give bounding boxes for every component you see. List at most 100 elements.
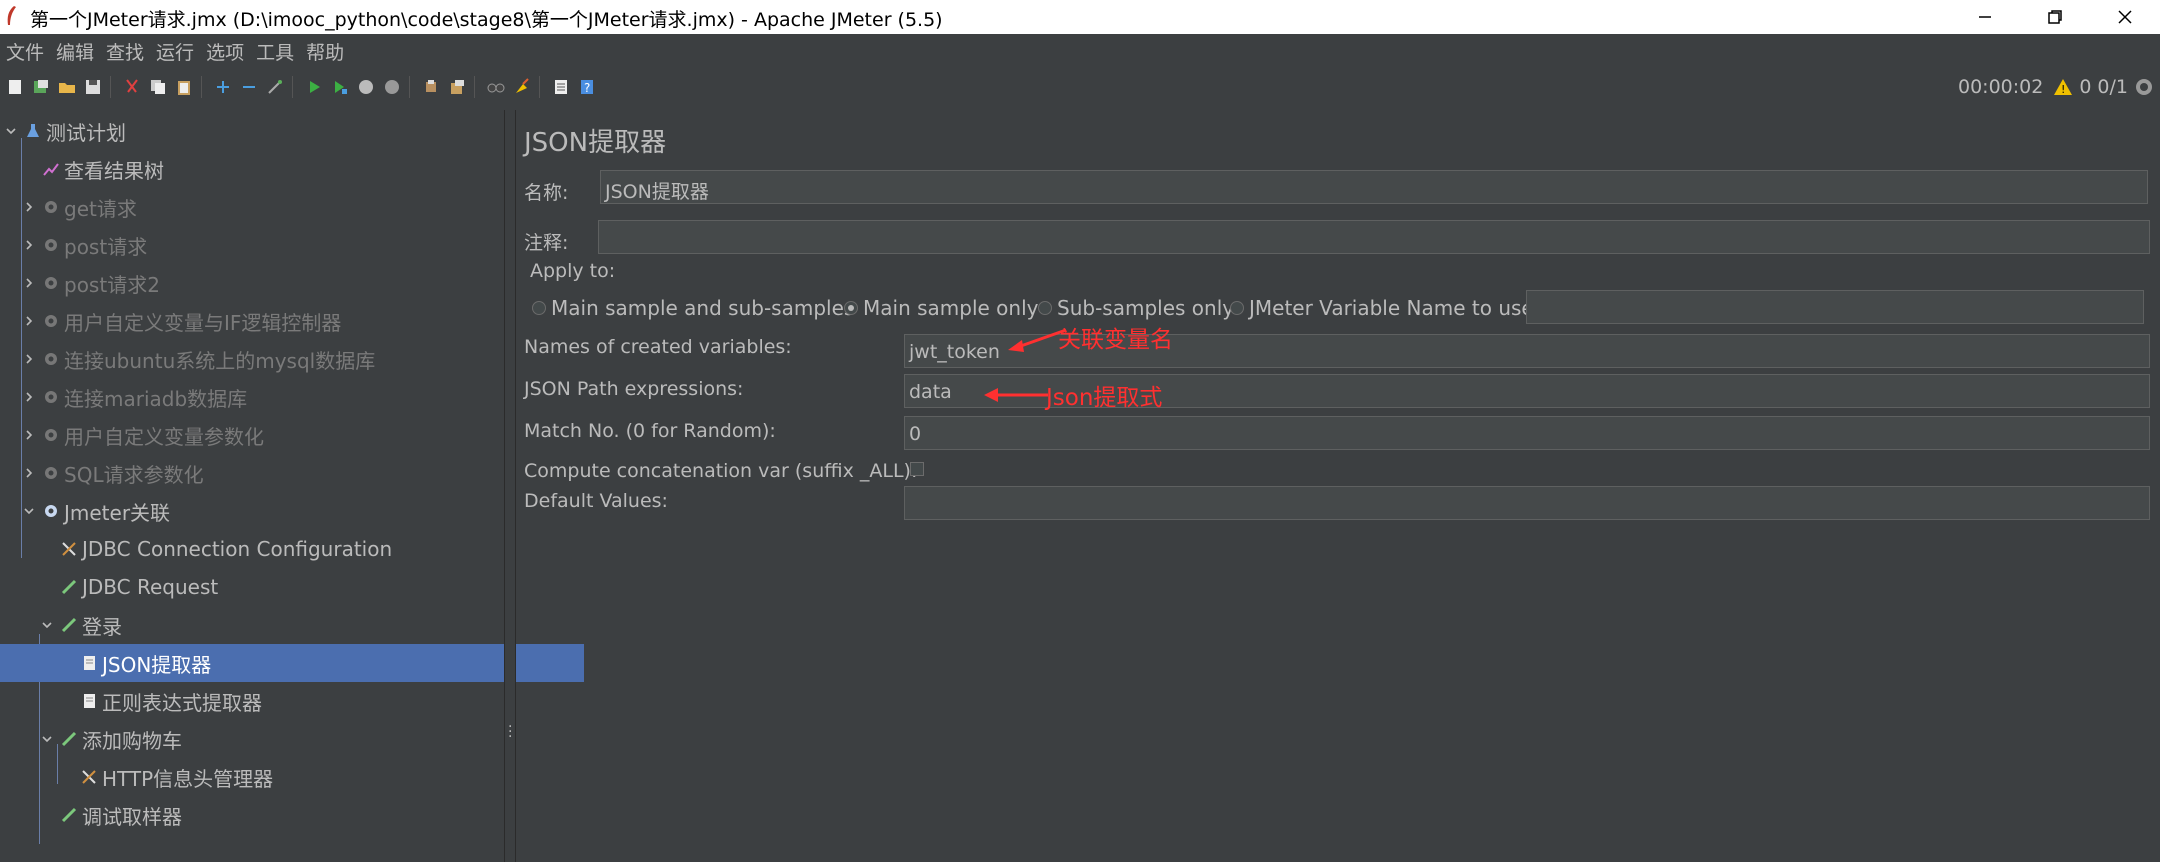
stop-button[interactable] — [355, 76, 377, 98]
menu-file[interactable]: 文件 — [0, 38, 50, 65]
panel-splitter[interactable]: · · · — [504, 110, 516, 862]
start-no-pauses-button[interactable] — [329, 76, 351, 98]
toolbar: ? — [0, 68, 2160, 106]
open-button[interactable] — [56, 76, 78, 98]
minimize-button[interactable] — [1950, 0, 2020, 34]
radio-dot-selected[interactable] — [844, 301, 858, 315]
toolbar-separator — [292, 76, 293, 98]
paste-button[interactable] — [173, 76, 195, 98]
chevron-right-icon[interactable] — [22, 276, 36, 290]
tree-node-debug-sampler[interactable]: 调试取样器 — [0, 796, 564, 834]
chevron-right-icon[interactable] — [22, 466, 36, 480]
test-plan-icon — [27, 124, 39, 137]
reset-search-button[interactable] — [511, 76, 533, 98]
tree-node-mariadb[interactable]: 连接mariadb数据库 — [0, 378, 526, 416]
chevron-right-icon[interactable] — [22, 314, 36, 328]
tree-node-label: 添加购物车 — [82, 728, 182, 753]
chevron-right-icon[interactable] — [22, 200, 36, 214]
chevron-right-icon[interactable] — [22, 390, 36, 404]
tree-node-ubuntu-mysql[interactable]: 连接ubuntu系统上的mysql数据库 — [0, 340, 526, 378]
json-extractor-panel: JSON提取器 名称: JSON提取器 注释: Apply to: Main s… — [516, 110, 2160, 862]
jmeter-variable-field[interactable] — [1526, 290, 2144, 324]
start-button[interactable] — [303, 76, 325, 98]
radio-sub-only[interactable]: Sub-samples only — [1038, 296, 1234, 320]
clear-button[interactable] — [420, 76, 442, 98]
collapse-all-button[interactable] — [238, 76, 260, 98]
chevron-down-icon[interactable] — [22, 504, 36, 518]
tree-node-user-vars-if[interactable]: 用户自定义变量与IF逻辑控制器 — [0, 302, 526, 340]
tree-node-http-header-manager[interactable]: HTTP信息头管理器 — [0, 758, 584, 796]
shutdown-button[interactable] — [381, 76, 403, 98]
chevron-right-icon[interactable] — [22, 352, 36, 366]
tree-node-jdbc-config[interactable]: JDBC Connection Configuration — [0, 530, 564, 568]
chevron-right-icon[interactable] — [22, 428, 36, 442]
menu-tools[interactable]: 工具 — [250, 38, 300, 65]
clear-all-button[interactable] — [446, 76, 468, 98]
thread-group-gear-icon — [45, 353, 57, 365]
help-button[interactable]: ? — [576, 76, 598, 98]
stop-icon — [359, 80, 373, 94]
tree-node-label: HTTP信息头管理器 — [102, 766, 274, 791]
new-button[interactable] — [4, 76, 26, 98]
post-processor-icon — [84, 694, 95, 708]
chevron-down-icon[interactable] — [4, 124, 18, 138]
thread-group-gear-icon — [45, 201, 57, 213]
copy-button[interactable] — [147, 76, 169, 98]
sampler-pipette-icon — [61, 579, 77, 595]
play-no-pause-icon — [335, 81, 347, 94]
tree-node-regex-extractor[interactable]: 正则表达式提取器 — [0, 682, 584, 720]
thread-group-gear-icon — [45, 315, 57, 327]
radio-main-and-sub[interactable]: Main sample and sub-samples — [532, 296, 854, 320]
toggle-button[interactable] — [264, 76, 286, 98]
chevron-right-icon[interactable] — [22, 238, 36, 252]
tree-node-jdbc-request[interactable]: JDBC Request — [0, 568, 564, 606]
chevron-down-icon[interactable] — [40, 732, 54, 746]
chevron-down-icon[interactable] — [40, 618, 54, 632]
search-button[interactable] — [485, 76, 507, 98]
menu-options[interactable]: 选项 — [200, 38, 250, 65]
default-field[interactable] — [904, 486, 2150, 520]
tree-node-sql-param[interactable]: SQL请求参数化 — [0, 454, 526, 492]
tree-node-post-request-2[interactable]: post请求2 — [0, 264, 526, 302]
tree-node-jmeter-correlation[interactable]: Jmeter关联 — [0, 492, 526, 530]
save-icon — [86, 80, 100, 94]
close-button[interactable] — [2090, 0, 2160, 34]
test-plan-tree[interactable]: 测试计划 查看结果树 get请求 post请求 post请求2 用户自定义变量与… — [0, 110, 584, 862]
warning-icon[interactable]: ! — [2053, 78, 2073, 96]
tree-node-user-vars-param[interactable]: 用户自定义变量参数化 — [0, 416, 526, 454]
thread-group-gear-icon — [45, 467, 57, 479]
menu-help[interactable]: 帮助 — [300, 38, 350, 65]
tree-node-json-extractor[interactable]: JSON提取器 — [0, 644, 584, 682]
match-field[interactable]: 0 — [904, 416, 2150, 450]
tree-node-get-request[interactable]: get请求 — [0, 188, 526, 226]
radio-dot[interactable] — [532, 301, 546, 315]
radio-dot[interactable] — [1230, 301, 1244, 315]
tree-node-label: Jmeter关联 — [64, 500, 171, 525]
radio-dot[interactable] — [1038, 301, 1052, 315]
expand-all-button[interactable] — [212, 76, 234, 98]
save-button[interactable] — [82, 76, 104, 98]
toolbar-separator — [110, 76, 111, 98]
templates-button[interactable] — [30, 76, 52, 98]
radio-jmeter-variable[interactable]: JMeter Variable Name to use — [1230, 296, 1534, 320]
restore-button[interactable] — [2020, 0, 2090, 34]
results-tree-icon — [43, 163, 59, 176]
menu-edit[interactable]: 编辑 — [50, 38, 100, 65]
tree-node-test-plan[interactable]: 测试计划 — [0, 112, 508, 150]
tree-node-post-request[interactable]: post请求 — [0, 226, 526, 264]
menu-run[interactable]: 运行 — [150, 38, 200, 65]
name-field[interactable]: JSON提取器 — [600, 170, 2148, 204]
menu-search[interactable]: 查找 — [100, 38, 150, 65]
toolbar-separator — [201, 76, 202, 98]
concat-checkbox[interactable] — [910, 462, 924, 476]
function-helper-button[interactable] — [550, 76, 572, 98]
tree-node-results-tree[interactable]: 查看结果树 — [0, 150, 546, 188]
radio-main-only[interactable]: Main sample only — [844, 296, 1038, 320]
plus-icon — [217, 81, 229, 93]
comment-field[interactable] — [598, 220, 2150, 254]
tree-node-add-cart[interactable]: 添加购物车 — [0, 720, 544, 758]
binoculars-icon — [487, 83, 505, 93]
tree-node-login[interactable]: 登录 — [0, 606, 544, 644]
cut-button[interactable] — [121, 76, 143, 98]
radio-label: Main sample and sub-samples — [551, 296, 855, 320]
